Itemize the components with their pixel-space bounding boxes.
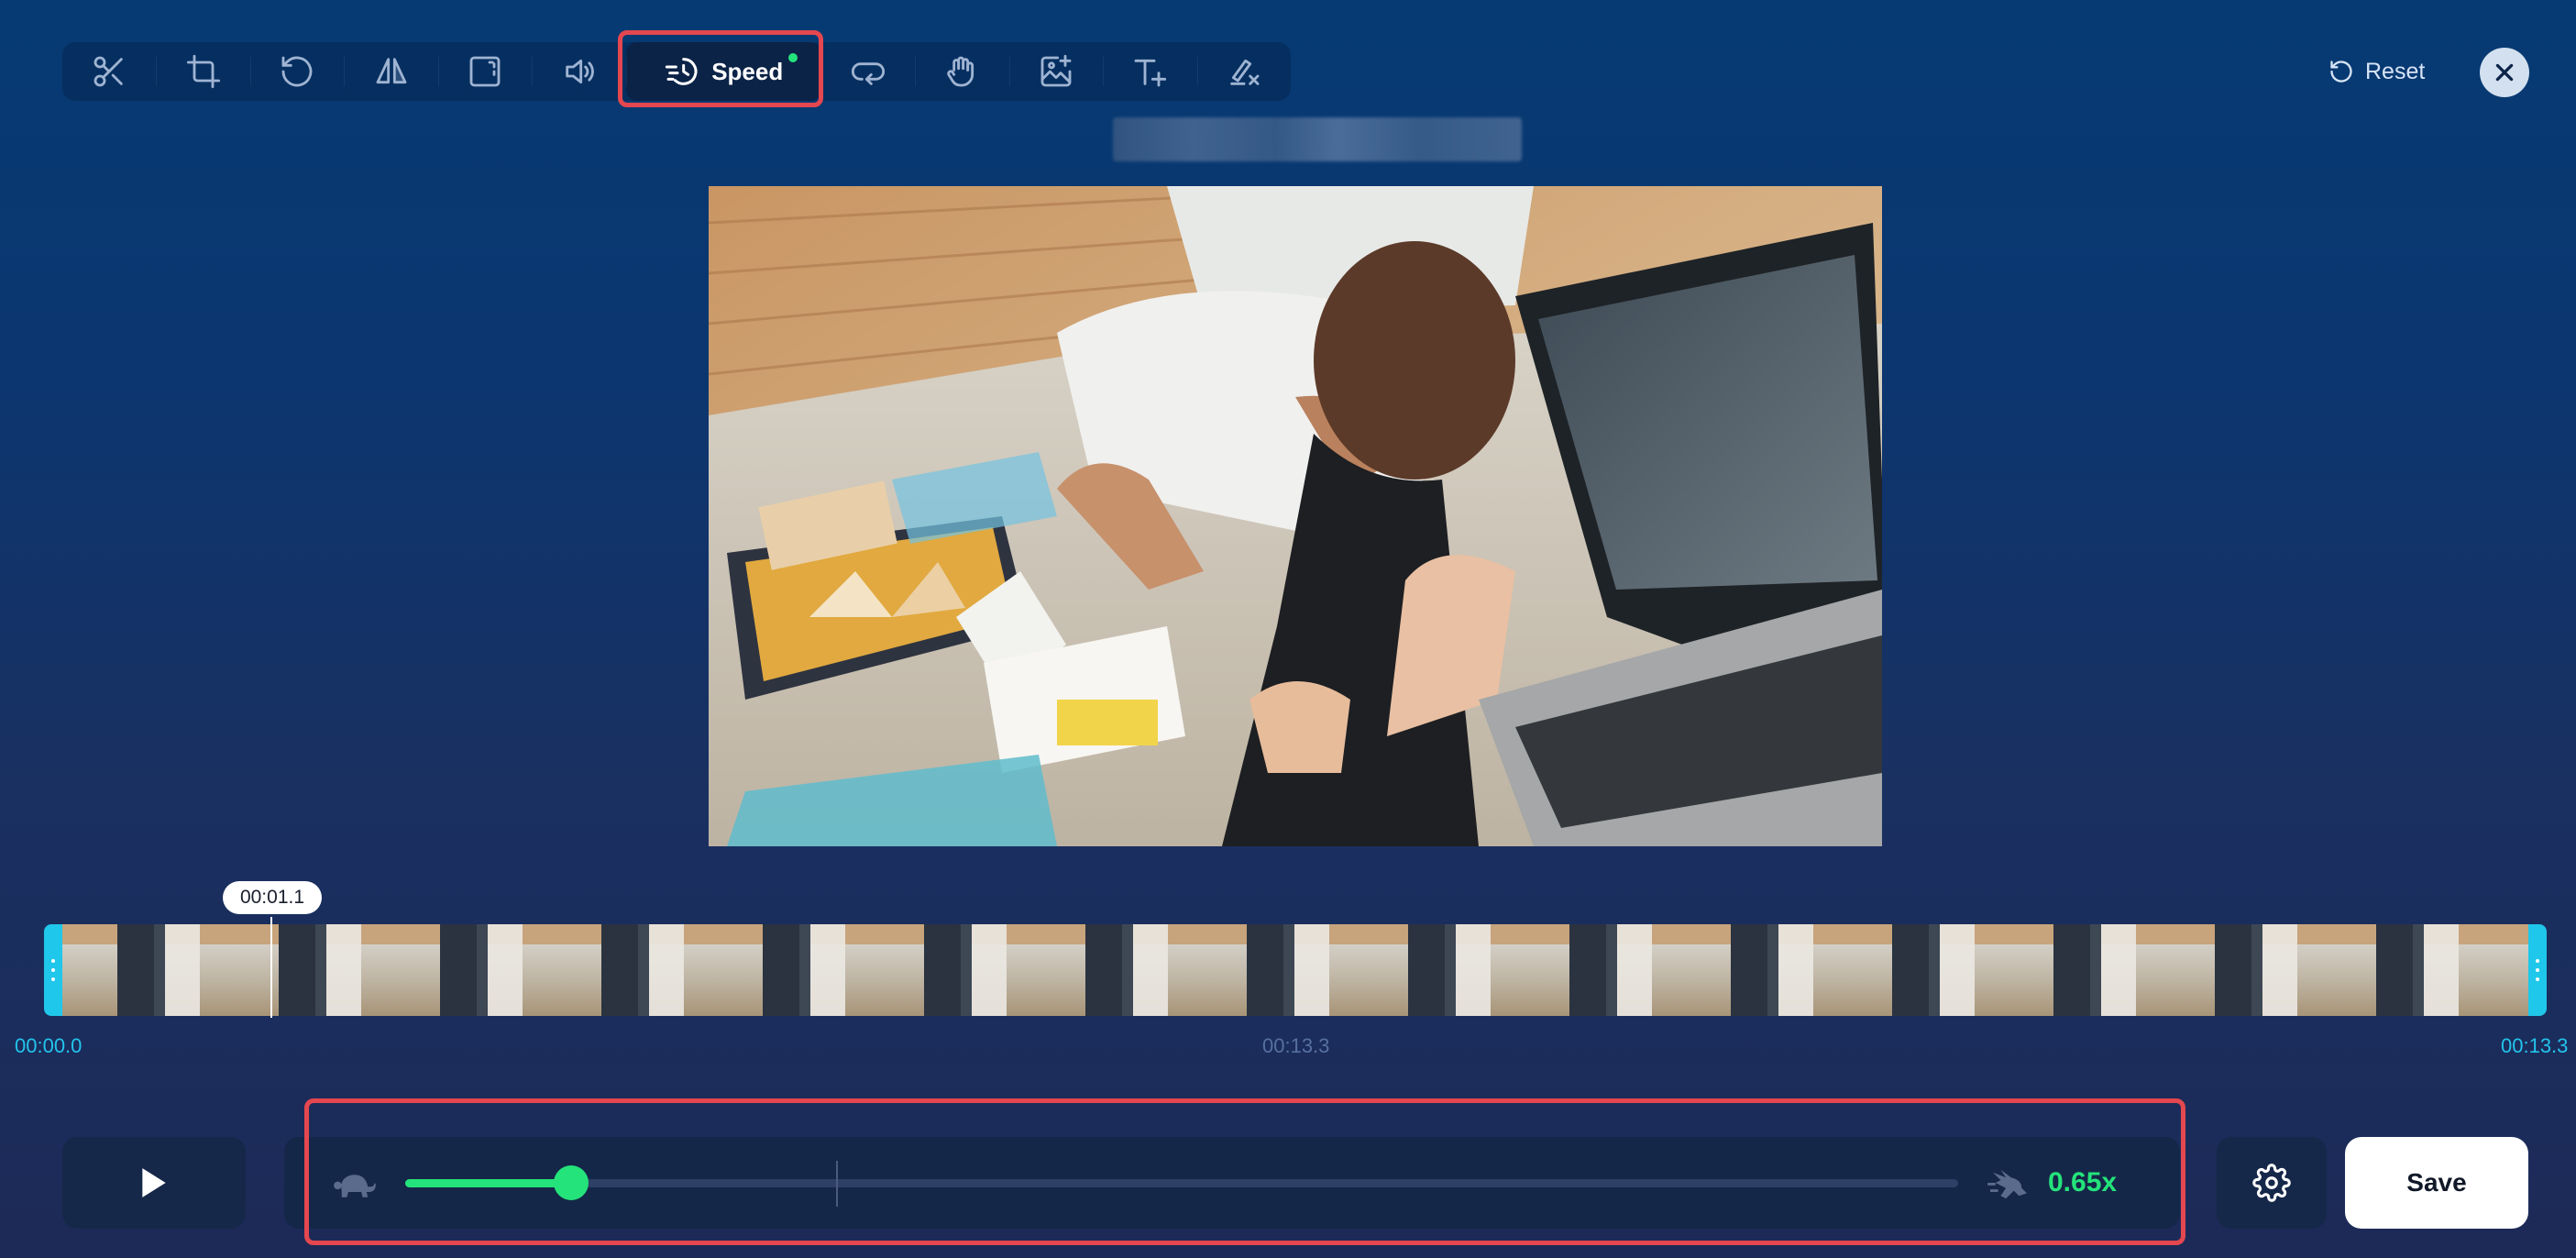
add-text-icon bbox=[1131, 53, 1168, 90]
speed-value-label: 0.65x bbox=[2048, 1167, 2117, 1198]
flip-tool-button[interactable] bbox=[344, 42, 437, 101]
close-button[interactable] bbox=[2480, 48, 2529, 97]
settings-button[interactable] bbox=[2217, 1137, 2327, 1229]
add-image-icon bbox=[1038, 53, 1074, 90]
timeline-duration-label: 00:13.3 bbox=[1262, 1034, 1329, 1058]
stabilize-tool-button[interactable] bbox=[915, 42, 1008, 101]
timeline-start-time: 00:00.0 bbox=[15, 1034, 82, 1058]
video-preview[interactable] bbox=[709, 186, 1882, 846]
crop-tool-button[interactable] bbox=[156, 42, 249, 101]
file-name-blurred bbox=[1113, 117, 1522, 161]
rabbit-icon bbox=[1987, 1164, 2030, 1201]
speed-control-panel: 0.65x bbox=[284, 1137, 2180, 1229]
save-button[interactable]: Save bbox=[2345, 1137, 2528, 1229]
reset-label: Reset bbox=[2365, 59, 2425, 85]
reset-icon bbox=[2328, 59, 2354, 84]
resize-icon bbox=[467, 53, 503, 90]
speed-icon bbox=[664, 53, 700, 90]
speed-tool-label: Speed bbox=[711, 58, 783, 86]
timeline-playhead[interactable] bbox=[270, 917, 272, 1018]
trim-handle-end[interactable] bbox=[2528, 924, 2547, 1016]
add-image-tool-button[interactable] bbox=[1009, 42, 1103, 101]
editor-toolbar: Speed bbox=[62, 42, 1291, 101]
play-icon bbox=[138, 1165, 170, 1200]
video-frame-image bbox=[709, 186, 1882, 846]
turtle-icon bbox=[334, 1164, 376, 1201]
normal-speed-mark bbox=[836, 1161, 838, 1207]
speed-slider-fill bbox=[405, 1179, 571, 1187]
crop-icon bbox=[185, 53, 222, 90]
speed-tool-button[interactable]: Speed bbox=[626, 42, 821, 101]
rotate-tool-button[interactable] bbox=[250, 42, 344, 101]
speed-active-indicator bbox=[788, 53, 798, 62]
timeline-end-time: 00:13.3 bbox=[2501, 1034, 2568, 1058]
current-time-bubble: 00:01.1 bbox=[223, 881, 322, 914]
scissors-icon bbox=[91, 53, 127, 90]
rotate-icon bbox=[279, 53, 315, 90]
timeline-filmstrip bbox=[62, 924, 2528, 1016]
reset-button[interactable]: Reset bbox=[2328, 53, 2425, 90]
hand-icon bbox=[943, 53, 980, 90]
close-icon bbox=[2493, 61, 2516, 84]
trim-handle-start[interactable] bbox=[44, 924, 62, 1016]
gear-icon bbox=[2252, 1164, 2291, 1202]
resize-tool-button[interactable] bbox=[438, 42, 532, 101]
loop-tool-button[interactable] bbox=[821, 42, 915, 101]
flip-icon bbox=[373, 53, 410, 90]
eraser-icon bbox=[1226, 53, 1262, 90]
play-button[interactable] bbox=[62, 1137, 246, 1229]
remove-watermark-tool-button[interactable] bbox=[1197, 42, 1291, 101]
add-text-tool-button[interactable] bbox=[1103, 42, 1196, 101]
volume-icon bbox=[561, 53, 598, 90]
loop-icon bbox=[850, 53, 886, 90]
timeline-track[interactable] bbox=[44, 924, 2547, 1016]
speed-slider-track[interactable] bbox=[405, 1179, 1958, 1187]
speed-slider-thumb[interactable] bbox=[554, 1165, 589, 1200]
volume-tool-button[interactable] bbox=[532, 42, 625, 101]
cut-tool-button[interactable] bbox=[62, 42, 156, 101]
